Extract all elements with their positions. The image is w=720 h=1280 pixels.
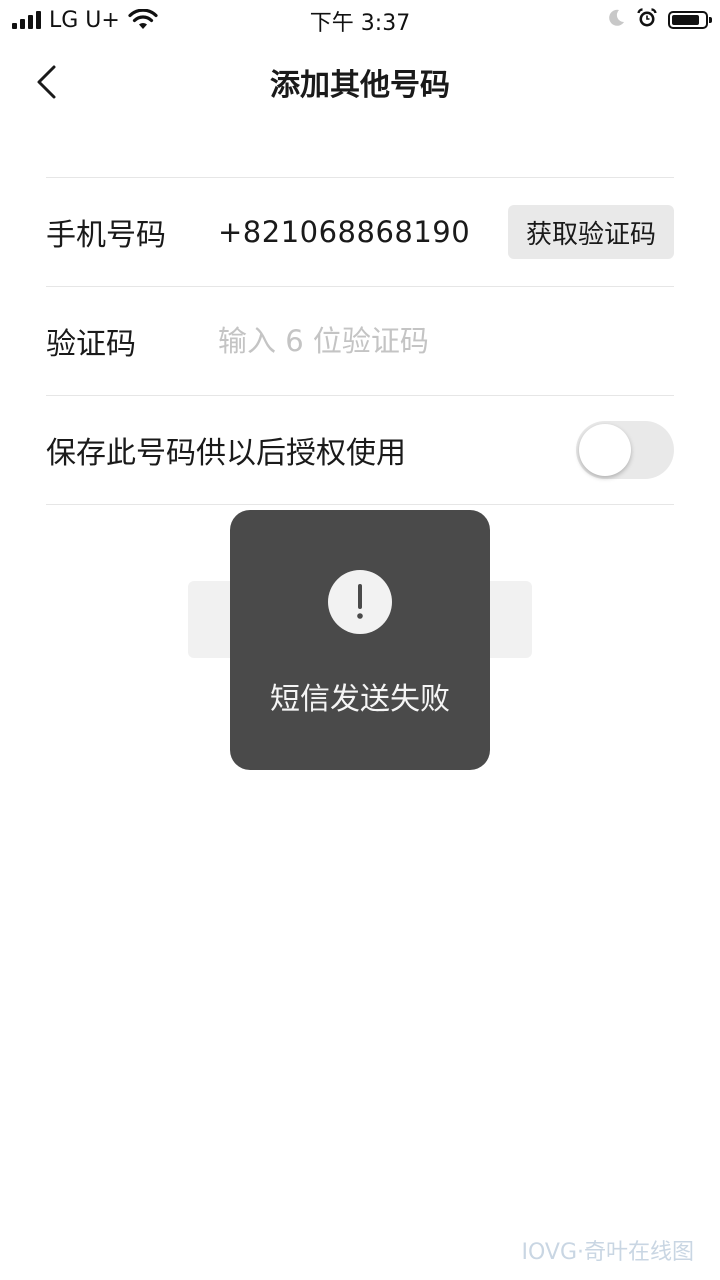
save-number-toggle[interactable] [576,421,674,479]
status-bar-right [606,6,712,34]
divider [46,504,674,505]
alarm-icon [636,7,658,33]
verification-code-label: 验证码 [46,327,136,362]
phone-row: 手机号码 +821068868190 获取验证码 [46,178,674,286]
exclamation-icon [328,570,392,634]
verification-code-input[interactable] [218,324,598,358]
battery-level [672,15,699,25]
status-bar: LG U+ 下午 3:37 [0,0,720,40]
toast-message: 短信发送失败 [270,682,450,717]
save-number-row: 保存此号码供以后授权使用 [46,396,674,504]
phone-number-value: +821068868190 [218,215,471,249]
navigation-bar: 添加其他号码 [0,40,720,124]
get-verification-code-button[interactable]: 获取验证码 [508,205,674,259]
watermark: IOVG·奇叶在线图 [521,1240,694,1265]
add-number-form: 手机号码 +821068868190 获取验证码 验证码 保存此号码供以后授权使… [46,177,674,505]
moon-icon [606,8,626,32]
error-toast: 短信发送失败 [230,510,490,770]
page-title: 添加其他号码 [270,68,450,103]
save-number-label: 保存此号码供以后授权使用 [46,436,406,471]
battery-icon [668,11,712,29]
verification-code-row: 验证码 [46,287,674,395]
toggle-knob [579,424,631,476]
phone-label: 手机号码 [46,218,166,253]
